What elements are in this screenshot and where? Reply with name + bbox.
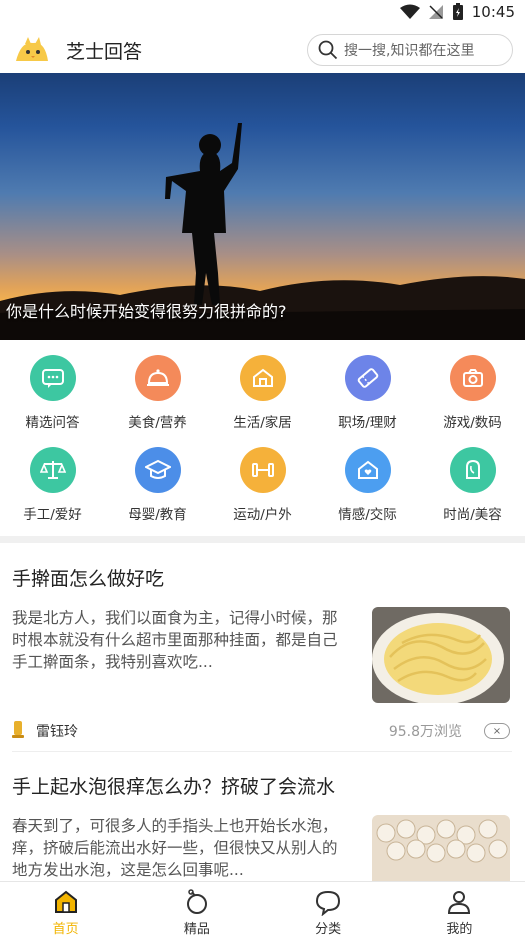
home-tab-icon	[54, 890, 77, 913]
article-card[interactable]: 手擀面怎么做好吃 我是北方人，我们以面食为主，记得小时候，那时根本就没有什么超市…	[12, 564, 510, 743]
category-item[interactable]: 职场/理财	[315, 355, 420, 447]
author-badge-icon	[12, 719, 24, 743]
scale-icon	[29, 447, 76, 493]
category-label: 运动/户外	[233, 507, 292, 523]
category-item[interactable]: 游戏/数码	[420, 355, 525, 447]
face-icon	[449, 447, 496, 493]
dismiss-button[interactable]: ×	[484, 723, 510, 739]
camera-icon	[449, 355, 496, 401]
profile-icon	[448, 891, 471, 914]
search-icon	[318, 40, 338, 60]
article-thumbnail	[372, 607, 510, 703]
status-bar: 10:45	[0, 0, 525, 24]
app-title: 芝士回答	[66, 40, 143, 63]
article-title[interactable]: 手擀面怎么做好吃	[12, 564, 510, 591]
food-cloche-icon	[134, 355, 181, 401]
tab-label: 我的	[446, 922, 473, 937]
category-label: 情感/交际	[338, 507, 397, 523]
category-label: 游戏/数码	[443, 415, 502, 431]
search-placeholder: 搜一搜,知识都在这里	[344, 43, 475, 59]
battery-icon	[452, 3, 464, 21]
ticket-icon	[344, 355, 391, 401]
tab-premium[interactable]: 精品	[131, 882, 262, 943]
tab-profile[interactable]: 我的	[394, 882, 525, 943]
author-name[interactable]: 雷钰玲	[36, 721, 78, 741]
category-label: 美食/营养	[128, 415, 187, 431]
category-label: 手工/爱好	[23, 507, 82, 523]
banner-caption: 你是什么时候开始变得很努力很拼命的?	[6, 302, 287, 321]
category-label: 精选问答	[25, 415, 80, 431]
banner-carousel[interactable]: 你是什么时候开始变得很努力很拼命的?	[0, 73, 525, 340]
tab-label: 分类	[315, 922, 342, 937]
category-label: 生活/家居	[233, 415, 292, 431]
category-row: 精选问答 美食/营养 生活/家居 职场/理财 游戏/数码	[0, 355, 525, 447]
article-title[interactable]: 手上起水泡很痒怎么办？挤破了会流水	[12, 772, 510, 799]
article-separator	[12, 751, 512, 752]
premium-icon	[186, 889, 207, 914]
app-header: 芝士回答 搜一搜,知识都在这里	[0, 24, 525, 76]
status-time: 10:45	[471, 3, 515, 21]
graduation-cap-icon	[134, 447, 181, 493]
tab-home[interactable]: 首页	[0, 882, 131, 943]
heart-home-icon	[344, 447, 391, 493]
section-divider	[0, 536, 525, 543]
article-body: 我是北方人，我们以面食为主，记得小时候，那时根本就没有什么超市里面那种挂面，都是…	[12, 607, 510, 703]
category-item[interactable]: 精选问答	[0, 355, 105, 447]
category-item[interactable]: 情感/交际	[315, 447, 420, 539]
category-label: 职场/理财	[338, 415, 397, 431]
tab-label: 首页	[52, 922, 79, 937]
category-grid: 精选问答 美食/营养 生活/家居 职场/理财 游戏/数码 手工/爱好 母婴/教育…	[0, 355, 525, 539]
view-count: 95.8万浏览	[388, 724, 462, 740]
category-item[interactable]: 美食/营养	[105, 355, 210, 447]
dumbbell-icon	[239, 447, 286, 493]
search-box[interactable]: 搜一搜,知识都在这里	[307, 34, 513, 66]
tab-label: 精品	[183, 922, 210, 937]
wifi-icon	[399, 4, 420, 20]
category-label: 时尚/美容	[443, 507, 502, 523]
category-bubble-icon	[316, 890, 341, 916]
category-item[interactable]: 运动/户外	[210, 447, 315, 539]
category-item[interactable]: 生活/家居	[210, 355, 315, 447]
category-label: 母婴/教育	[128, 507, 187, 523]
category-item[interactable]: 时尚/美容	[420, 447, 525, 539]
home-icon	[239, 355, 286, 401]
category-item[interactable]: 母婴/教育	[105, 447, 210, 539]
article-meta: 雷钰玲 95.8万浏览 ×	[12, 719, 510, 743]
article-excerpt: 我是北方人，我们以面食为主，记得小时候，那时根本就没有什么超市里面那种挂面，都是…	[12, 609, 338, 671]
no-signal-icon	[428, 4, 444, 20]
bottom-tab-bar: 首页 精品 分类 我的	[0, 881, 525, 943]
app-logo-icon	[12, 34, 52, 66]
chat-icon	[29, 355, 76, 401]
category-item[interactable]: 手工/爱好	[0, 447, 105, 539]
category-row: 手工/爱好 母婴/教育 运动/户外 情感/交际 时尚/美容	[0, 447, 525, 539]
tab-category[interactable]: 分类	[263, 882, 394, 943]
